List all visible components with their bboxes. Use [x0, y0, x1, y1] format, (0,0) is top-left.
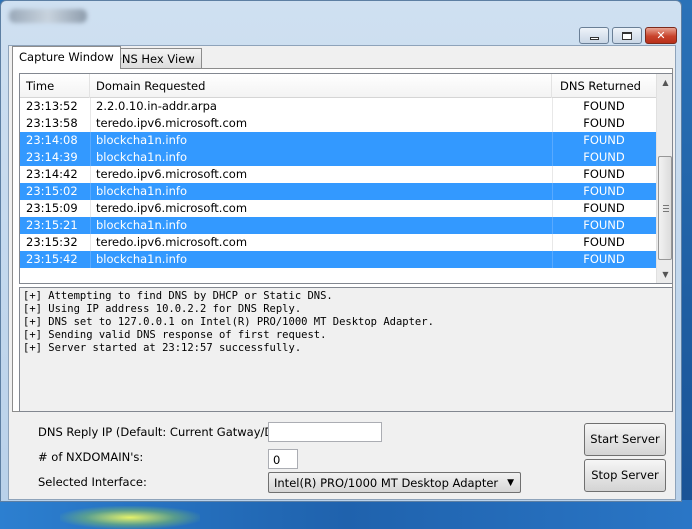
column-header-domain[interactable]: Domain Requested	[90, 74, 552, 98]
row-domain: blockcha1n.info	[96, 184, 188, 198]
column-divider	[90, 234, 91, 251]
desktop-wallpaper-glow	[60, 506, 200, 529]
scroll-down-icon[interactable]: ▼	[657, 266, 672, 283]
table-rows: 23:13:52 2.2.0.10.in-addr.arpa FOUND 23:13:…	[20, 98, 656, 268]
app-window: ✕ Capture Window DNS Hex View Time Domai…	[0, 0, 682, 502]
column-divider	[90, 149, 91, 166]
interface-select[interactable]: Intel(R) PRO/1000 MT Desktop Adapter ▼	[268, 472, 521, 493]
table-row[interactable]: 23:15:21 blockcha1n.info FOUND	[20, 217, 656, 234]
minimize-button[interactable]	[579, 27, 609, 44]
row-time: 23:15:09	[26, 201, 78, 215]
row-dns-returned: FOUND	[583, 184, 625, 198]
table-row[interactable]: 23:15:32 teredo.ipv6.microsoft.com FOUND	[20, 234, 656, 251]
minimize-icon	[589, 37, 599, 40]
grip-icon	[663, 205, 669, 212]
dns-reply-ip-input[interactable]	[268, 422, 382, 442]
row-time: 23:14:08	[26, 133, 78, 147]
row-domain: blockcha1n.info	[96, 218, 188, 232]
row-time: 23:13:58	[26, 116, 78, 130]
table-row[interactable]: 23:15:42 blockcha1n.info FOUND	[20, 251, 656, 268]
row-time: 23:15:42	[26, 252, 78, 266]
interface-label: Selected Interface:	[38, 475, 147, 489]
row-dns-returned: FOUND	[583, 133, 625, 147]
row-dns-returned: FOUND	[583, 116, 625, 130]
nxdomain-count-input[interactable]: 0	[268, 449, 298, 469]
row-time: 23:15:21	[26, 218, 78, 232]
row-time: 23:13:52	[26, 99, 78, 113]
column-divider	[90, 98, 91, 115]
nxdomain-label: # of NXDOMAIN's:	[38, 450, 144, 464]
stop-server-button[interactable]: Stop Server	[584, 459, 666, 492]
table-row[interactable]: 23:13:58 teredo.ipv6.microsoft.com FOUND	[20, 115, 656, 132]
list-header: Time Domain Requested DNS Returned	[20, 74, 656, 98]
dns-reply-label: DNS Reply IP (Default: Current Gatway/DN…	[38, 425, 298, 439]
table-row[interactable]: 23:14:42 teredo.ipv6.microsoft.com FOUND	[20, 166, 656, 183]
row-dns-returned: FOUND	[583, 99, 625, 113]
row-domain: blockcha1n.info	[96, 150, 188, 164]
dns-request-list[interactable]: Time Domain Requested DNS Returned 23:13…	[19, 73, 673, 284]
row-dns-returned: FOUND	[583, 235, 625, 249]
row-domain: blockcha1n.info	[96, 252, 188, 266]
row-domain: teredo.ipv6.microsoft.com	[96, 235, 248, 249]
row-time: 23:14:39	[26, 150, 78, 164]
close-button[interactable]: ✕	[645, 27, 677, 44]
maximize-icon	[622, 31, 632, 40]
tab-capture-window[interactable]: Capture Window	[12, 46, 121, 69]
row-dns-returned: FOUND	[583, 150, 625, 164]
list-scrollbar[interactable]: ▲ ▼	[656, 74, 672, 283]
log-line: [+] DNS set to 127.0.0.1 on Intel(R) PRO…	[23, 316, 434, 328]
column-divider	[90, 132, 91, 149]
log-line: [+] Attempting to find DNS by DHCP or St…	[23, 290, 333, 302]
row-time: 23:14:42	[26, 167, 78, 181]
row-time: 23:15:32	[26, 235, 78, 249]
scroll-up-icon[interactable]: ▲	[657, 74, 672, 91]
row-domain: teredo.ipv6.microsoft.com	[96, 201, 248, 215]
column-header-time[interactable]: Time	[20, 74, 90, 98]
log-line: [+] Using IP address 10.0.2.2 for DNS Re…	[23, 303, 302, 315]
client-area: Capture Window DNS Hex View Time Domain …	[8, 45, 676, 500]
row-dns-returned: FOUND	[583, 167, 625, 181]
column-header-dns-returned[interactable]: DNS Returned	[552, 74, 656, 98]
column-divider	[90, 183, 91, 200]
capture-tab-panel: Time Domain Requested DNS Returned 23:13…	[12, 68, 673, 412]
title-bar[interactable]: ✕	[1, 1, 681, 45]
row-domain: teredo.ipv6.microsoft.com	[96, 116, 248, 130]
table-row[interactable]: 23:14:08 blockcha1n.info FOUND	[20, 132, 656, 149]
column-divider	[90, 166, 91, 183]
log-line: [+] Server started at 23:12:57 successfu…	[23, 342, 302, 354]
start-server-button[interactable]: Start Server	[584, 423, 666, 456]
log-line: [+] Sending valid DNS response of first …	[23, 329, 327, 341]
table-row[interactable]: 23:14:39 blockcha1n.info FOUND	[20, 149, 656, 166]
row-domain: 2.2.0.10.in-addr.arpa	[96, 99, 217, 113]
column-divider	[90, 200, 91, 217]
row-dns-returned: FOUND	[583, 252, 625, 266]
scroll-thumb[interactable]	[658, 156, 672, 260]
table-row[interactable]: 23:15:09 teredo.ipv6.microsoft.com FOUND	[20, 200, 656, 217]
chevron-down-icon: ▼	[507, 478, 514, 488]
row-domain: blockcha1n.info	[96, 133, 188, 147]
table-row[interactable]: 23:13:52 2.2.0.10.in-addr.arpa FOUND	[20, 98, 656, 115]
row-time: 23:15:02	[26, 184, 78, 198]
row-dns-returned: FOUND	[583, 218, 625, 232]
interface-selected-value: Intel(R) PRO/1000 MT Desktop Adapter	[274, 476, 499, 490]
column-divider	[90, 115, 91, 132]
column-divider	[90, 251, 91, 268]
row-domain: teredo.ipv6.microsoft.com	[96, 167, 248, 181]
maximize-button[interactable]	[612, 27, 642, 44]
row-dns-returned: FOUND	[583, 201, 625, 215]
redacted-window-title	[9, 9, 87, 23]
close-icon: ✕	[656, 29, 666, 42]
table-row[interactable]: 23:15:02 blockcha1n.info FOUND	[20, 183, 656, 200]
status-log[interactable]: [+] Attempting to find DNS by DHCP or St…	[19, 287, 673, 412]
column-divider	[90, 217, 91, 234]
